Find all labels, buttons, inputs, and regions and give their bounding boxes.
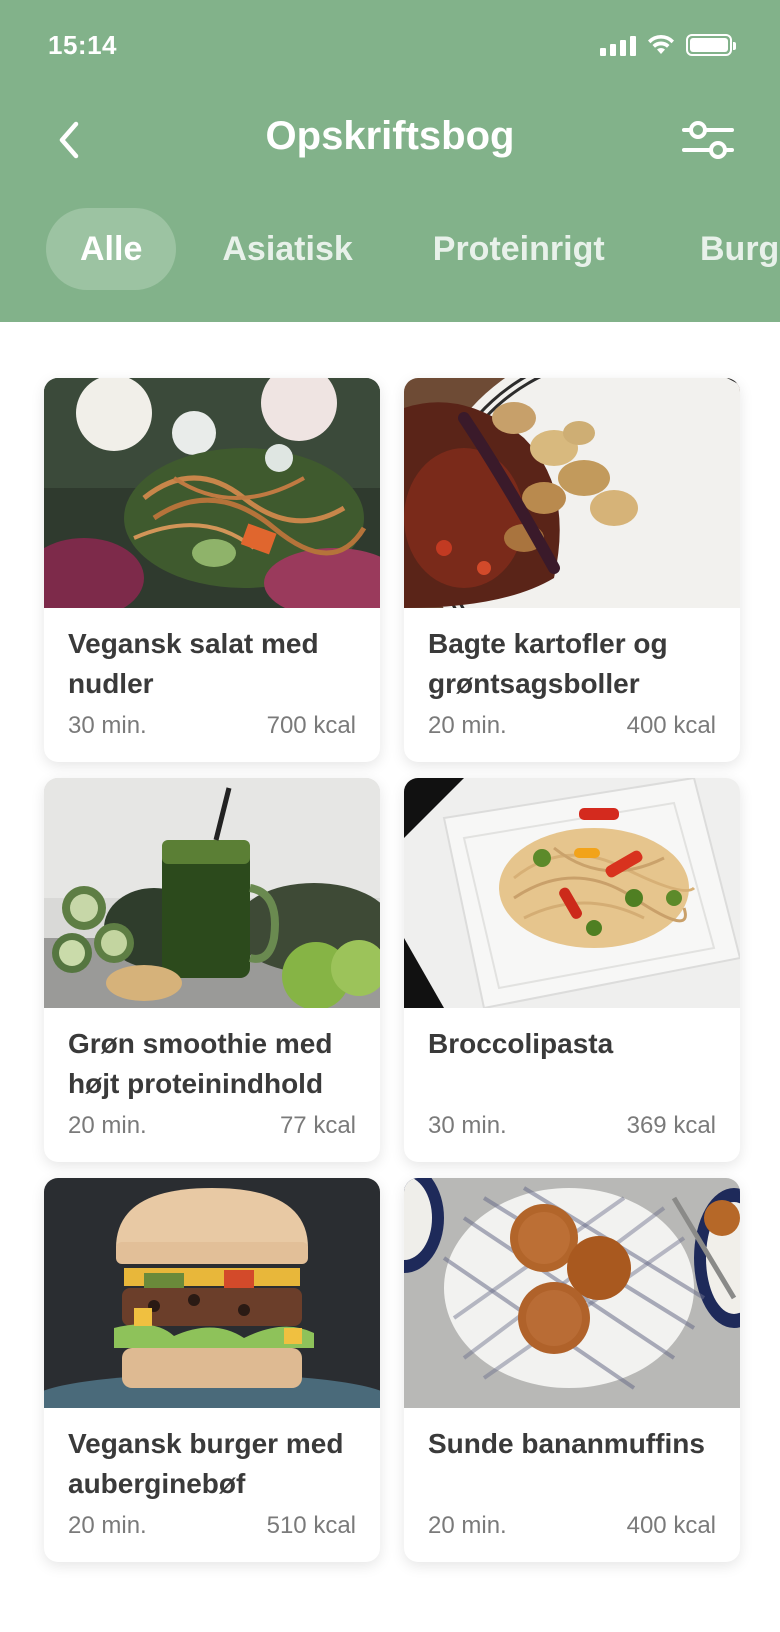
recipe-kcal: 400 kcal	[626, 712, 716, 739]
recipe-name: Sunde bananmuffins	[428, 1428, 705, 1459]
status-time: 15:14	[48, 30, 117, 60]
recipe-card[interactable]: Grøn smoothie med højt proteinindhold 20…	[44, 778, 380, 1162]
recipe-time: 30 min.	[68, 712, 147, 739]
recipe-image-smoothie	[44, 778, 380, 1008]
tab-alle[interactable]: Alle	[46, 208, 177, 290]
wifi-icon	[648, 34, 674, 54]
recipe-time: 20 min.	[428, 712, 507, 739]
recipe-time: 30 min.	[428, 1112, 507, 1139]
battery-icon	[686, 34, 736, 56]
recipe-kcal: 400 kcal	[626, 1512, 716, 1539]
filter-button[interactable]	[680, 116, 736, 164]
tab-asiatisk[interactable]: Asiatisk	[188, 208, 386, 290]
recipe-kcal: 510 kcal	[266, 1512, 356, 1539]
recipe-card[interactable]: Vegansk burger med auberginebøf 20 min. …	[44, 1178, 380, 1562]
recipe-card[interactable]: Broccolipasta 30 min. 369 kcal	[404, 778, 740, 1162]
recipe-image-potatoes	[404, 378, 740, 608]
recipe-image-salad	[44, 378, 380, 608]
recipe-time: 20 min.	[68, 1112, 147, 1139]
recipe-card[interactable]: Vegansk salat med nudler 30 min. 700 kca…	[44, 378, 380, 762]
category-tabs: Alle Asiatisk Proteinrigt	[46, 208, 651, 290]
recipe-name: Broccolipasta	[428, 1028, 614, 1059]
tab-burger[interactable]: Burg	[700, 208, 779, 290]
recipe-kcal: 77 kcal	[279, 1112, 356, 1139]
recipe-image-pasta	[404, 778, 740, 1008]
recipe-time: 20 min.	[68, 1512, 147, 1539]
recipe-kcal: 369 kcal	[626, 1112, 716, 1139]
recipe-name: Bagte kartofler og grøntsagsboller	[428, 628, 668, 699]
recipe-name: Grøn smoothie med højt proteinindhold	[68, 1028, 333, 1099]
status-icons	[600, 34, 736, 56]
recipe-name: Vegansk salat med nudler	[68, 628, 319, 699]
page-title: Opskriftsbog	[265, 114, 515, 158]
app-header: 15:14 Opskriftsbog Alle Asiatisk Protein…	[0, 0, 780, 322]
recipe-name: Vegansk burger med auberginebøf	[68, 1428, 344, 1499]
recipe-image-burger	[44, 1178, 380, 1408]
signal-icon	[600, 34, 636, 56]
recipe-card[interactable]: Sunde bananmuffins 20 min. 400 kcal	[404, 1178, 740, 1562]
recipe-card[interactable]: Bagte kartofler og grøntsagsboller 20 mi…	[404, 378, 740, 762]
tab-proteinrigt[interactable]: Proteinrigt	[399, 208, 639, 290]
sliders-icon	[682, 121, 734, 159]
recipe-kcal: 700 kcal	[266, 712, 356, 739]
recipe-time: 20 min.	[428, 1512, 507, 1539]
recipe-image-muffins	[404, 1178, 740, 1408]
